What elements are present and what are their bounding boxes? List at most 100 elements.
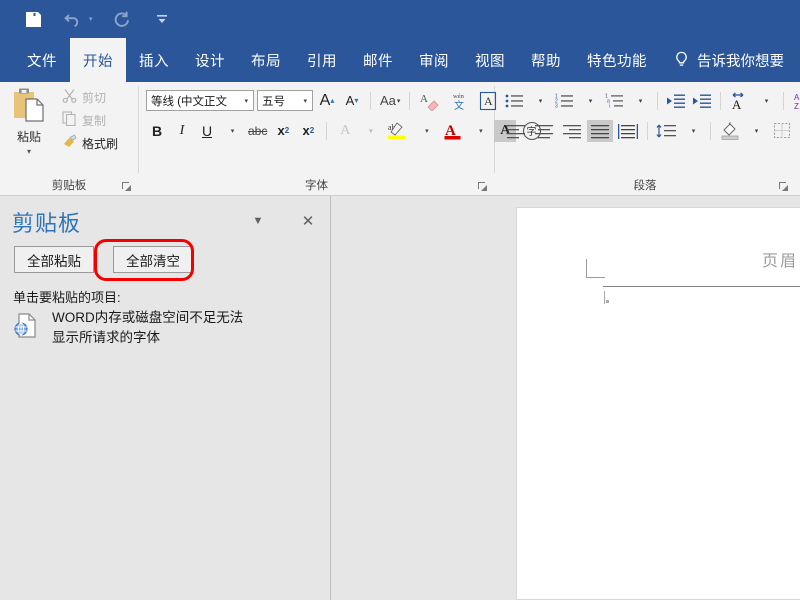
font-color-button[interactable]: A <box>440 120 466 142</box>
tab-references[interactable]: 引用 <box>294 38 350 82</box>
multilevel-list-dropdown-icon[interactable]: ▾ <box>629 90 651 112</box>
margin-corner-mark <box>586 259 605 278</box>
underline-button[interactable]: U <box>196 120 218 142</box>
lightbulb-icon <box>674 51 690 69</box>
underline-dropdown-icon[interactable]: ▾ <box>221 120 243 142</box>
paragraph-dialog-launcher-icon[interactable] <box>778 181 789 192</box>
tell-me-label: 告诉我你想要 <box>697 50 784 71</box>
bullets-button[interactable] <box>503 90 527 112</box>
document-page[interactable]: 页眉 <box>516 207 800 600</box>
svg-text:Z: Z <box>794 102 799 110</box>
ribbon-group-clipboard: 粘贴 ▾ 剪切 复制 <box>0 82 138 195</box>
ribbon-tabs: 文件 开始 插入 设计 布局 引用 邮件 审阅 视图 帮助 特色功能 告诉我你想… <box>0 38 800 82</box>
line-spacing-button[interactable] <box>654 120 680 142</box>
tab-help[interactable]: 帮助 <box>518 38 574 82</box>
phonetic-guide-button[interactable]: wén文 <box>446 90 472 112</box>
line-spacing-dropdown-icon[interactable]: ▾ <box>682 120 704 142</box>
save-icon[interactable] <box>22 8 44 30</box>
svg-text:A: A <box>420 93 428 105</box>
divider <box>326 122 327 140</box>
clipboard-dialog-launcher-icon[interactable] <box>121 181 132 192</box>
tab-design[interactable]: 设计 <box>182 38 238 82</box>
numbering-dropdown-icon[interactable]: ▾ <box>579 90 601 112</box>
svg-text:wén: wén <box>453 93 465 100</box>
multilevel-list-button[interactable]: 1ai <box>603 90 627 112</box>
redo-icon[interactable] <box>111 8 133 30</box>
title-bar: ▾ <box>0 0 800 38</box>
text-effects-dropdown-icon[interactable]: ▾ <box>359 120 381 142</box>
tab-home[interactable]: 开始 <box>70 38 126 82</box>
font-size-combobox[interactable]: 五号 ▾ <box>257 90 313 111</box>
increase-indent-button[interactable] <box>690 90 714 112</box>
clipboard-group-label-row: 剪贴板 <box>0 175 138 195</box>
divider <box>409 92 410 110</box>
font-color-dropdown-icon[interactable]: ▾ <box>469 120 491 142</box>
subscript-label: x <box>278 123 285 138</box>
text-cursor <box>604 291 605 304</box>
clipboard-item[interactable]: WORD内存或磁盘空间不足无法 显示所请求的字体 <box>14 308 314 348</box>
svg-text:文: 文 <box>454 99 464 112</box>
divider <box>647 122 648 140</box>
text-effects-button[interactable]: A <box>334 120 356 142</box>
copy-icon <box>62 111 77 131</box>
chevron-down-icon[interactable]: ▼ <box>249 212 267 230</box>
ribbon-tab-bar: 文件 开始 插入 设计 布局 引用 邮件 审阅 视图 帮助 特色功能 告诉我你想… <box>0 38 800 82</box>
clear-formatting-button[interactable]: A <box>417 90 443 112</box>
shading-button[interactable] <box>717 120 743 142</box>
justify-button[interactable] <box>587 120 613 142</box>
decrease-indent-button[interactable] <box>664 90 688 112</box>
paste-dropdown-icon[interactable]: ▾ <box>27 148 31 156</box>
subscript-button[interactable]: x2 <box>272 120 294 142</box>
chevron-down-icon[interactable]: ▾ <box>397 97 401 105</box>
bold-button[interactable]: B <box>146 120 168 142</box>
shading-dropdown-icon[interactable]: ▾ <box>745 120 767 142</box>
undo-dropdown-icon[interactable]: ▾ <box>89 15 93 23</box>
italic-button[interactable]: I <box>171 120 193 142</box>
cut-button[interactable]: 剪切 <box>58 88 118 107</box>
tab-special-features[interactable]: 特色功能 <box>574 38 660 82</box>
borders-button[interactable] <box>769 120 795 142</box>
font-dialog-launcher-icon[interactable] <box>477 181 488 192</box>
grow-font-button[interactable]: A▴ <box>316 90 338 112</box>
tell-me-search[interactable]: 告诉我你想要 <box>660 38 784 82</box>
bullets-dropdown-icon[interactable]: ▾ <box>529 90 551 112</box>
align-center-button[interactable] <box>531 120 557 142</box>
align-right-button[interactable] <box>559 120 585 142</box>
tab-mailings[interactable]: 邮件 <box>350 38 406 82</box>
tab-layout[interactable]: 布局 <box>238 38 294 82</box>
sort-button[interactable]: AZ <box>790 90 800 112</box>
copy-label: 复制 <box>82 112 106 129</box>
svg-text:3: 3 <box>555 103 558 109</box>
text-highlight-dropdown-icon[interactable]: ▾ <box>415 120 437 142</box>
numbering-button[interactable]: 123 <box>553 90 577 112</box>
ribbon-group-paragraph: ▾ 123 ▾ 1ai ▾ <box>495 82 795 195</box>
text-highlight-color-button[interactable]: ab <box>384 120 412 142</box>
copy-button[interactable]: 复制 <box>58 111 118 130</box>
customize-qat-icon[interactable] <box>151 8 173 30</box>
tab-view[interactable]: 视图 <box>462 38 518 82</box>
shrink-font-button[interactable]: A▾ <box>341 90 363 112</box>
format-painter-button[interactable]: 格式刷 <box>58 134 118 153</box>
font-name-combobox[interactable]: 等线 (中文正文 ▾ <box>146 90 254 111</box>
paste-button[interactable]: 粘贴 ▾ <box>0 82 58 156</box>
divider <box>720 92 721 110</box>
align-left-button[interactable] <box>503 120 529 142</box>
strikethrough-button[interactable]: abc <box>246 120 269 142</box>
paste-all-button[interactable]: 全部粘贴 <box>14 246 94 273</box>
highlight-annotation <box>94 239 194 281</box>
close-icon[interactable]: ✕ <box>299 212 317 230</box>
chevron-down-icon[interactable]: ▾ <box>300 97 310 105</box>
change-case-button[interactable]: Aa▾ <box>378 90 402 112</box>
superscript-button[interactable]: x2 <box>297 120 319 142</box>
asian-layout-dropdown-icon[interactable]: ▾ <box>755 90 777 112</box>
undo-icon[interactable] <box>62 8 84 30</box>
chevron-down-icon[interactable]: ▾ <box>241 97 251 105</box>
asian-layout-button[interactable]: A <box>727 90 753 112</box>
tab-file[interactable]: 文件 <box>14 38 70 82</box>
tab-insert[interactable]: 插入 <box>126 38 182 82</box>
distributed-button[interactable] <box>615 120 641 142</box>
ribbon: 粘贴 ▾ 剪切 复制 <box>0 82 800 196</box>
text-effects-label: A <box>340 123 350 139</box>
tab-review[interactable]: 审阅 <box>406 38 462 82</box>
format-painter-label: 格式刷 <box>82 135 118 152</box>
